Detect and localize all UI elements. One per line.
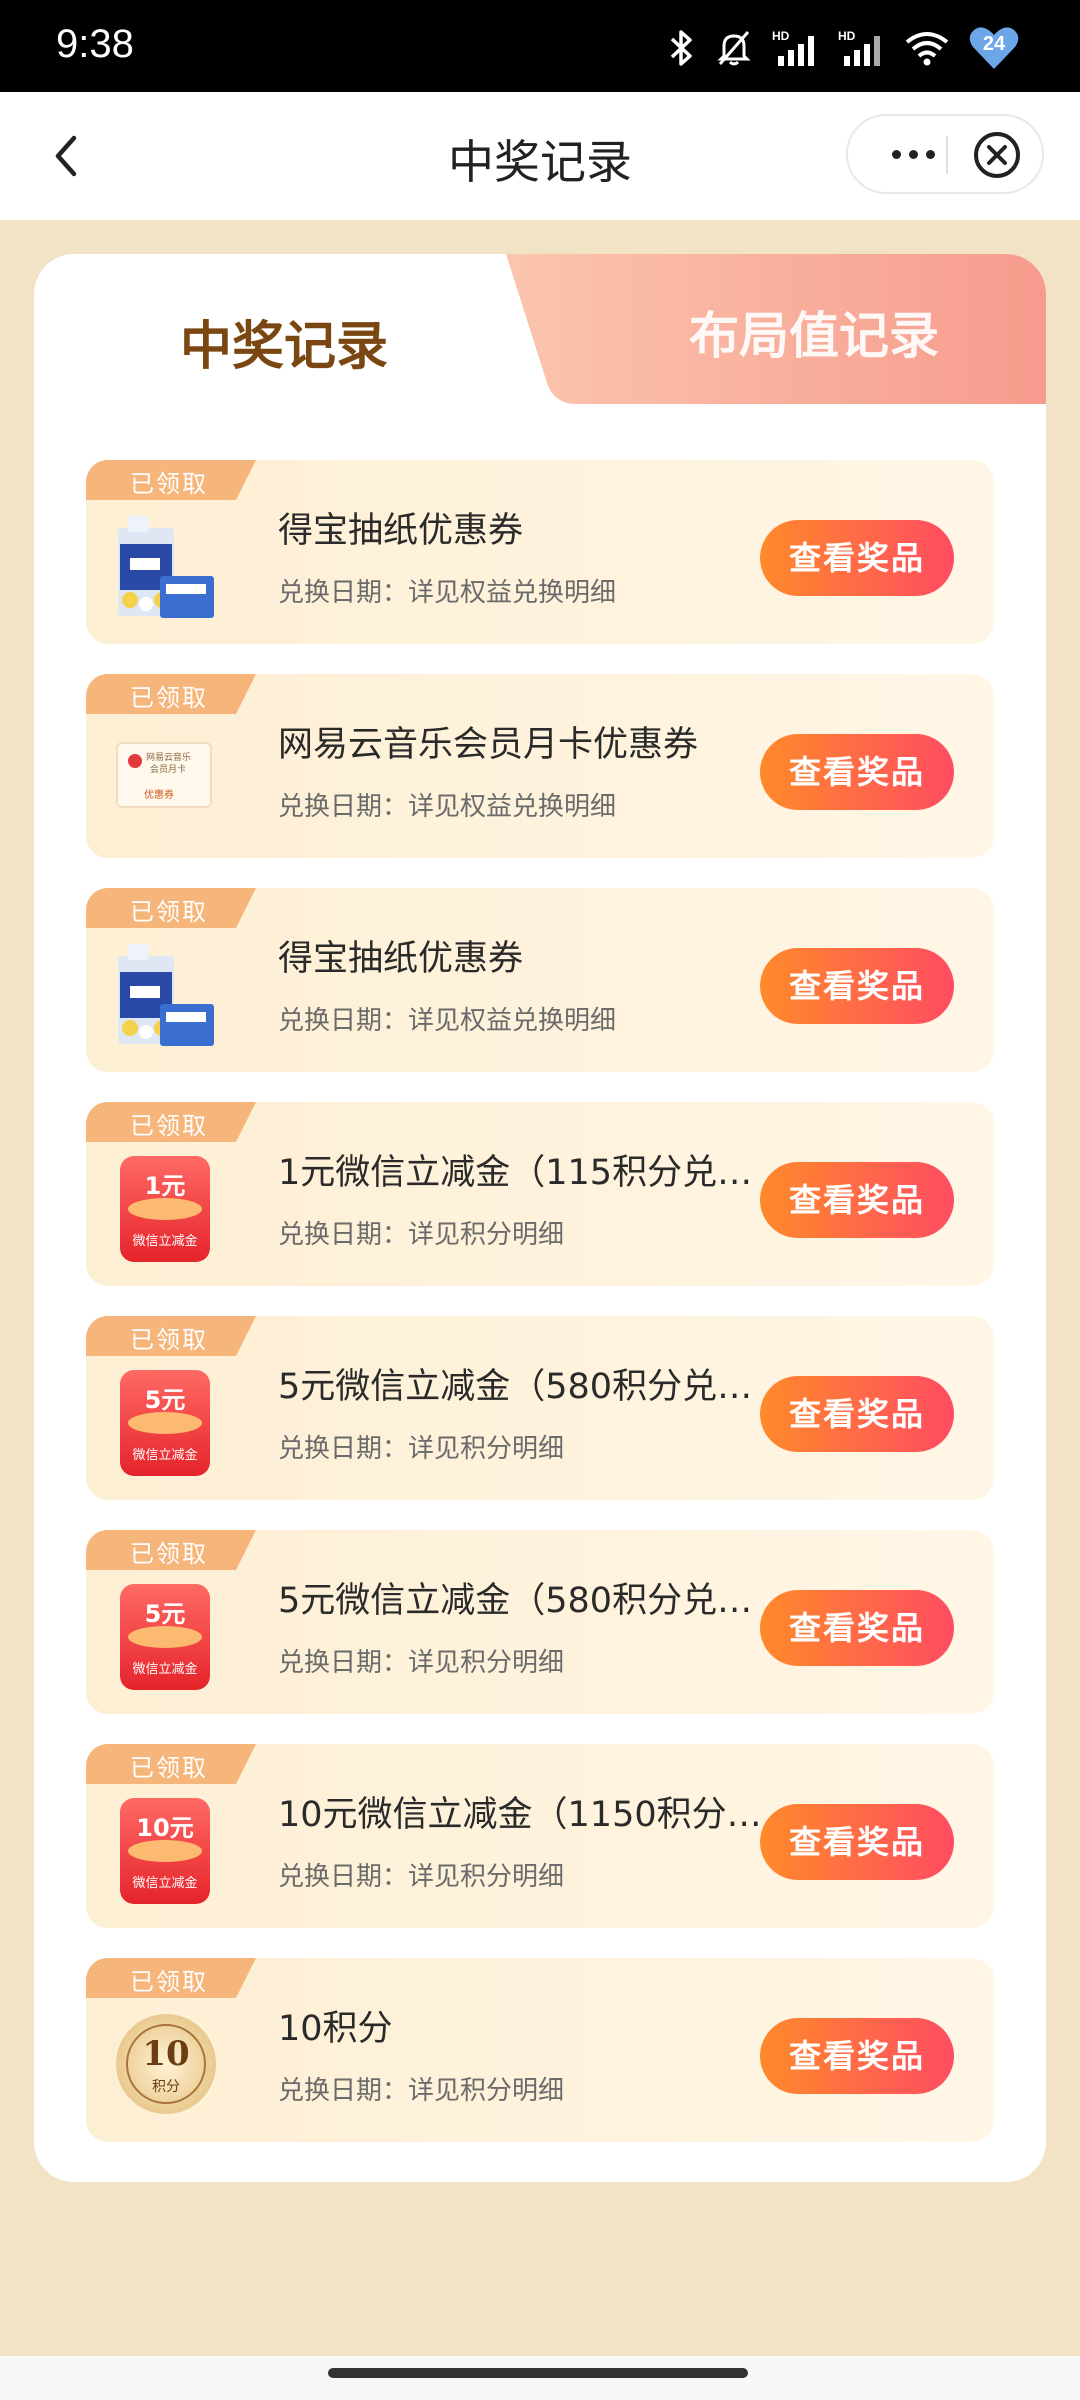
tab-layout-value-records[interactable]: 布局值记录 bbox=[614, 296, 1014, 368]
prize-title: 得宝抽纸优惠券 bbox=[278, 511, 524, 551]
tissue-box-icon bbox=[118, 944, 214, 1046]
mute-icon bbox=[717, 31, 751, 66]
prize-title: 5元微信立减金（580积分兑换） bbox=[278, 1367, 778, 1407]
exchange-date: 兑换日期：详见积分明细 bbox=[278, 1648, 565, 1678]
battery-heart-icon: 24 bbox=[968, 25, 1020, 71]
list-item: 已领取 5元 微信立减金 5元微信立减金（580积分兑换） 兑换日期：详见积分明… bbox=[86, 1530, 994, 1714]
close-button[interactable] bbox=[972, 130, 1022, 180]
wifi-icon bbox=[905, 32, 949, 66]
hd-signal-icon: HD bbox=[772, 29, 814, 66]
list-item: 已领取 10 积分 10积分 兑换日期：详见积分明细 查看奖品 bbox=[86, 1958, 994, 2142]
prize-title: 网易云音乐会员月卡优惠券 bbox=[278, 725, 699, 765]
view-prize-button[interactable]: 查看奖品 bbox=[760, 1804, 954, 1880]
close-circle-icon bbox=[974, 132, 1020, 178]
view-prize-button[interactable]: 查看奖品 bbox=[760, 520, 954, 596]
claimed-badge: 已领取 bbox=[130, 1540, 208, 1568]
claimed-badge: 已领取 bbox=[130, 1326, 208, 1354]
points-coin-icon: 10 积分 bbox=[116, 2014, 216, 2114]
bottom-nav-area bbox=[0, 2356, 1080, 2400]
exchange-date: 兑换日期：详见权益兑换明细 bbox=[278, 792, 617, 822]
claimed-badge: 已领取 bbox=[130, 1968, 208, 1996]
tissue-box-icon bbox=[118, 516, 214, 618]
bluetooth-icon bbox=[670, 30, 692, 66]
home-indicator[interactable] bbox=[328, 2368, 748, 2378]
records-card: 中奖记录 布局值记录 已领取 得宝抽纸优惠券 兑换日期：详见权益兑换明细 查看奖… bbox=[34, 254, 1046, 2182]
capsule-divider bbox=[946, 136, 948, 174]
claimed-badge: 已领取 bbox=[130, 1754, 208, 1782]
music-coupon-icon: 网易云音乐 会员月卡 优惠券 bbox=[116, 742, 212, 808]
view-prize-button[interactable]: 查看奖品 bbox=[760, 2018, 954, 2094]
svg-text:HD: HD bbox=[838, 29, 856, 43]
view-prize-button[interactable]: 查看奖品 bbox=[760, 1376, 954, 1452]
exchange-date: 兑换日期：详见积分明细 bbox=[278, 1862, 565, 1892]
claimed-badge: 已领取 bbox=[130, 470, 208, 498]
view-prize-button[interactable]: 查看奖品 bbox=[760, 1590, 954, 1666]
battery-level: 24 bbox=[982, 33, 1006, 55]
claimed-badge: 已领取 bbox=[130, 684, 208, 712]
more-dots-icon bbox=[891, 149, 901, 159]
list-item: 已领取 网易云音乐 会员月卡 优惠券 网易云音乐会员月卡优惠券 兑换日期：详见权… bbox=[86, 674, 994, 858]
list-item: 已领取 1元 微信立减金 1元微信立减金（115积分兑换） 兑换日期：详见积分明… bbox=[86, 1102, 994, 1286]
exchange-date: 兑换日期：详见积分明细 bbox=[278, 1434, 565, 1464]
status-bar: 9:38 HD HD 24 bbox=[0, 0, 1080, 92]
status-time: 9:38 bbox=[56, 22, 134, 66]
prize-title: 得宝抽纸优惠券 bbox=[278, 939, 524, 979]
exchange-date: 兑换日期：详见积分明细 bbox=[278, 1220, 565, 1250]
exchange-date: 兑换日期：详见积分明细 bbox=[278, 2076, 565, 2106]
exchange-date: 兑换日期：详见权益兑换明细 bbox=[278, 1006, 617, 1036]
hd-signal-icon: HD bbox=[838, 29, 880, 66]
red-envelope-icon: 5元 微信立减金 bbox=[120, 1584, 210, 1690]
exchange-date: 兑换日期：详见权益兑换明细 bbox=[278, 578, 617, 608]
list-item: 已领取 5元 微信立减金 5元微信立减金（580积分兑换） 兑换日期：详见积分明… bbox=[86, 1316, 994, 1500]
red-envelope-icon: 1元 微信立减金 bbox=[120, 1156, 210, 1262]
prize-title: 10积分 bbox=[278, 2009, 393, 2049]
tab-winning-records[interactable]: 中奖记录 bbox=[34, 304, 534, 379]
mini-program-capsule bbox=[846, 114, 1044, 194]
prize-title: 5元微信立减金（580积分兑换） bbox=[278, 1581, 778, 1621]
list-item: 已领取 得宝抽纸优惠券 兑换日期：详见权益兑换明细 查看奖品 bbox=[86, 460, 994, 644]
view-prize-button[interactable]: 查看奖品 bbox=[760, 1162, 954, 1238]
red-envelope-icon: 10元 微信立减金 bbox=[120, 1798, 210, 1904]
status-icons: HD HD 24 bbox=[666, 24, 1020, 72]
more-button[interactable] bbox=[870, 134, 956, 174]
claimed-badge: 已领取 bbox=[130, 1112, 208, 1140]
prize-title: 10元微信立减金（1150积分兑换） bbox=[278, 1795, 778, 1835]
claimed-badge: 已领取 bbox=[130, 898, 208, 926]
view-prize-button[interactable]: 查看奖品 bbox=[760, 948, 954, 1024]
list-item: 已领取 得宝抽纸优惠券 兑换日期：详见权益兑换明细 查看奖品 bbox=[86, 888, 994, 1072]
svg-text:HD: HD bbox=[772, 29, 790, 43]
list-item: 已领取 10元 微信立减金 10元微信立减金（1150积分兑换） 兑换日期：详见… bbox=[86, 1744, 994, 1928]
view-prize-button[interactable]: 查看奖品 bbox=[760, 734, 954, 810]
red-envelope-icon: 5元 微信立减金 bbox=[120, 1370, 210, 1476]
nav-bar: 中奖记录 bbox=[0, 92, 1080, 220]
prize-title: 1元微信立减金（115积分兑换） bbox=[278, 1153, 778, 1193]
